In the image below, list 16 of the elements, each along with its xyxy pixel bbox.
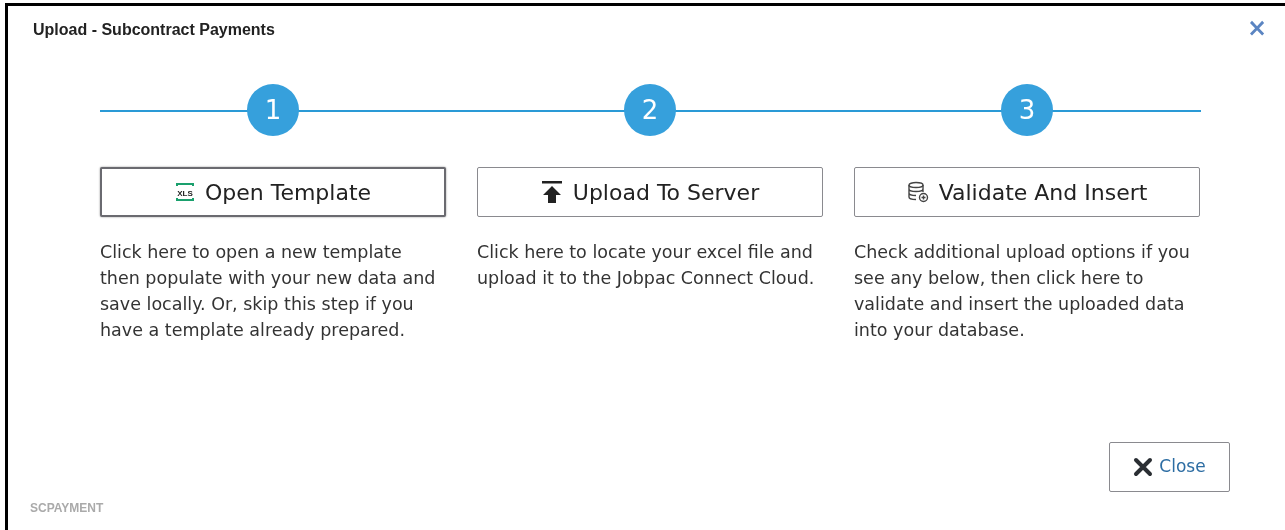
step-number: 2 [624,84,676,136]
close-icon [1133,457,1154,477]
database-icon [906,181,929,203]
upload-icon [540,180,563,204]
step-description: Click here to locate your excel file and upload it to the Jobpac Connect Cloud. [477,241,816,290]
step-number: 1 [247,84,299,136]
close-button[interactable]: Close [1109,442,1230,492]
screen-code: SCPAYMENT [30,500,104,517]
step-button[interactable]: Validate And Insert [854,167,1200,217]
step-button[interactable]: XLS Open Template [100,167,446,217]
dialog-title: Upload - Subcontract Payments [33,20,275,40]
step-description: Click here to open a new template then populate with your new data and save locally. Or, skip this step if you have a template already prepared. [100,241,437,342]
step-number: 3 [1001,84,1053,136]
step-button[interactable]: Upload To Server [477,167,823,217]
step-description: Check additional upload options if you see any below, then click here to validate and insert the uploaded data into your database. [854,241,1191,342]
close-button[interactable]: × [1246,16,1267,40]
